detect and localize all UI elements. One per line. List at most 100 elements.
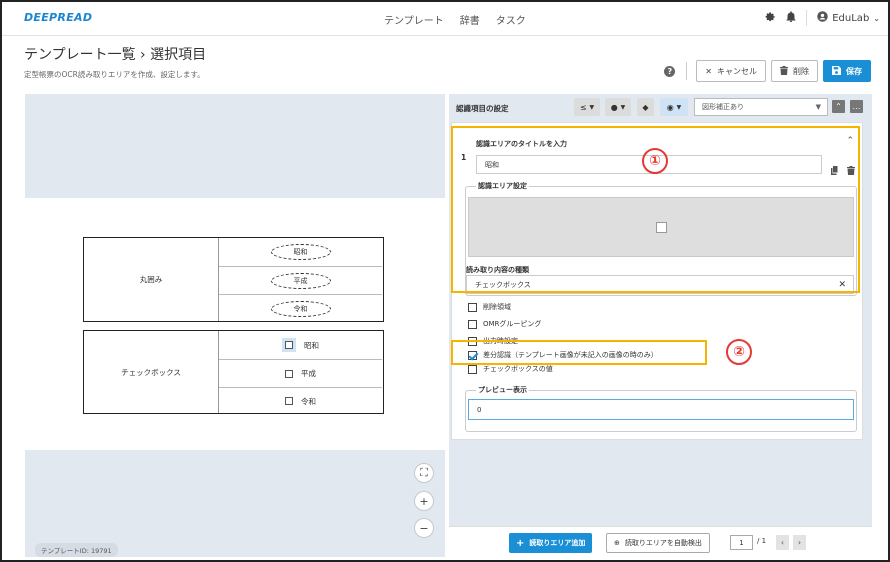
visibility-tool[interactable]: ◉ ▼ xyxy=(660,98,688,116)
nav-divider xyxy=(806,10,808,26)
checkbox-table-label: チェックボックス xyxy=(84,331,219,413)
eye-icon: ◉ xyxy=(666,102,674,112)
checkbox-option: 平成 xyxy=(285,368,316,379)
title-field-label: 認識エリアのタイトルを入力 xyxy=(476,140,567,148)
option-label: 出力時設定 xyxy=(483,337,518,345)
trash-icon[interactable] xyxy=(847,160,855,179)
checkbox[interactable] xyxy=(468,364,477,374)
settings-title: 認識項目の設定 xyxy=(456,104,509,113)
checkbox-option: 令和 xyxy=(285,396,316,407)
preview-label: プレビュー表示 xyxy=(476,385,529,395)
zoom-in-button[interactable]: + xyxy=(414,491,434,511)
user-menu[interactable]: EduLab ⌄ xyxy=(817,11,880,25)
template-document: 丸囲み 昭和 平成 令和 チェックボックス 昭和 平成 令和 xyxy=(25,198,445,450)
help-icon[interactable]: ? xyxy=(664,65,676,77)
checkbox-checked[interactable] xyxy=(468,350,477,360)
align-icon: ≤ xyxy=(579,102,587,112)
copy-icon[interactable] xyxy=(831,160,839,179)
chevron-down-icon: ⌄ xyxy=(873,13,880,23)
checkbox-option: 昭和 xyxy=(282,338,319,352)
circle-row[interactable]: 平成 xyxy=(219,266,382,294)
correction-select-value: 図形補正あり xyxy=(702,103,744,111)
caret-icon: ▼ xyxy=(620,103,626,111)
checkbox-square xyxy=(285,369,293,378)
page-title: テンプレート一覧 › 選択項目 xyxy=(24,47,207,63)
option-label: 削除領域 xyxy=(483,303,511,311)
save-button[interactable]: 保存 xyxy=(823,60,871,82)
close-icon: ✕ xyxy=(705,66,712,76)
caret-icon: ▼ xyxy=(676,103,682,111)
option-output-setting[interactable]: 出力時設定 xyxy=(468,336,518,346)
checkbox[interactable] xyxy=(468,336,477,346)
eraser-tool[interactable]: ◆ xyxy=(637,98,654,116)
nav-task[interactable]: タスク xyxy=(496,12,526,27)
collapse-all-button[interactable]: ⌃ xyxy=(832,100,845,113)
option-diff-recognition[interactable]: 差分認識（テンプレート画像が未記入の画像の時のみ） xyxy=(468,350,658,360)
correction-select[interactable]: 図形補正あり ▼ xyxy=(694,98,828,116)
auto-detect-button[interactable]: ⊕ 読取りエリアを自動検出 xyxy=(606,533,710,553)
circle-row[interactable]: 昭和 xyxy=(219,238,382,266)
top-nav: DEEPREAD テンプレート 辞書 タスク EduLab ⌄ xyxy=(2,2,888,36)
page-total: / 1 xyxy=(757,537,767,545)
checkbox-row[interactable]: 令和 xyxy=(219,387,382,414)
page-input[interactable]: 1 xyxy=(730,535,753,550)
trash-icon xyxy=(780,65,788,77)
clear-icon[interactable]: ✕ xyxy=(838,280,846,290)
chevron-up-icon[interactable]: ⌃ xyxy=(846,136,854,146)
app-window: DEEPREAD テンプレート 辞書 タスク EduLab ⌄ テンプレート一覧 xyxy=(0,0,890,562)
crosshair-icon: ⊕ xyxy=(614,539,620,547)
checkbox-table: チェックボックス 昭和 平成 令和 xyxy=(83,330,384,414)
option-omr-grouping[interactable]: OMRグルーピング xyxy=(468,319,541,329)
add-area-button[interactable]: + 読取りエリア追加 xyxy=(509,533,593,553)
content-type-label: 読み取り内容の種類 xyxy=(466,266,529,274)
circle-option: 昭和 xyxy=(270,244,331,260)
circle-row[interactable]: 令和 xyxy=(219,294,382,322)
fit-screen-button[interactable]: ⛶ xyxy=(414,463,434,483)
chevron-down-icon: ▼ xyxy=(815,103,821,111)
checkbox-row[interactable]: 昭和 xyxy=(219,331,382,359)
annotation-marker-2: ② xyxy=(726,339,752,365)
eraser-icon: ◆ xyxy=(642,102,649,112)
more-button[interactable]: … xyxy=(850,100,863,113)
checkbox-square xyxy=(285,341,293,349)
align-tool[interactable]: ≤ ▼ xyxy=(574,98,600,116)
selected-area-highlight[interactable] xyxy=(282,338,296,352)
logo[interactable]: DEEPREAD xyxy=(24,11,92,24)
option-label: チェックボックスの値 xyxy=(483,365,553,373)
template-canvas[interactable]: 丸囲み 昭和 平成 令和 チェックボックス 昭和 平成 令和 ⛶ + − テンプ… xyxy=(25,94,445,557)
next-page-button[interactable]: › xyxy=(793,535,806,550)
preview-value: 0 xyxy=(468,399,854,420)
nav-right: EduLab ⌄ xyxy=(765,10,880,26)
prev-page-button[interactable]: ‹ xyxy=(776,535,789,550)
checkbox[interactable] xyxy=(468,302,477,312)
checkbox-option-label: 平成 xyxy=(301,369,316,378)
option-checkbox-value[interactable]: チェックボックスの値 xyxy=(468,364,553,374)
item-number: 1 xyxy=(461,153,467,162)
cancel-button[interactable]: ✕ キャンセル xyxy=(696,60,766,82)
delete-label: 削除 xyxy=(793,66,809,76)
header-actions: ? ✕ キャンセル 削除 保存 xyxy=(664,60,871,82)
drop-icon: ● xyxy=(610,102,618,112)
save-label: 保存 xyxy=(846,66,862,76)
gear-icon[interactable] xyxy=(765,11,776,25)
nav-template[interactable]: テンプレート xyxy=(384,12,444,27)
bottom-toolbar: + 読取りエリア追加 ⊕ 読取りエリアを自動検出 1 / 1 ‹ › xyxy=(449,526,872,557)
auto-detect-label: 読取りエリアを自動検出 xyxy=(624,539,702,547)
checkbox-row[interactable]: 平成 xyxy=(219,359,382,387)
page-subtitle: 定型帳票のOCR読み取りエリアを作成、設定します。 xyxy=(24,70,205,79)
option-label: OMRグルーピング xyxy=(483,320,542,328)
bell-icon[interactable] xyxy=(786,11,796,25)
delete-button[interactable]: 削除 xyxy=(771,60,818,82)
header-divider xyxy=(686,62,688,80)
checkbox-option-label: 令和 xyxy=(301,396,316,406)
zoom-out-button[interactable]: − xyxy=(414,518,434,538)
content-type-select[interactable]: チェックボックス ✕ xyxy=(466,275,854,294)
checkbox[interactable] xyxy=(468,319,477,329)
area-preview-image xyxy=(468,197,854,257)
color-tool[interactable]: ● ▼ xyxy=(605,98,631,116)
nav-dictionary[interactable]: 辞書 xyxy=(460,12,480,27)
option-delete-region[interactable]: 削除領域 xyxy=(468,302,511,312)
circle-table-label: 丸囲み xyxy=(84,238,219,321)
user-name: EduLab xyxy=(832,12,870,24)
content-type-value: チェックボックス xyxy=(475,280,531,289)
